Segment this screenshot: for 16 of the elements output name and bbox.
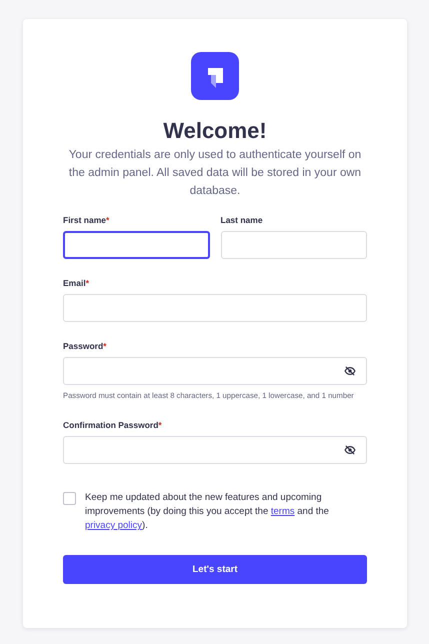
logo-icon bbox=[191, 52, 239, 100]
field-label: Last name bbox=[220, 214, 263, 226]
checkbox[interactable] bbox=[63, 492, 76, 505]
input-field[interactable] bbox=[63, 231, 210, 259]
welcome-title: Welcome! bbox=[162, 118, 268, 144]
privacy-policy-link[interactable]: privacy policy bbox=[85, 520, 142, 531]
start-button[interactable]: Let's start bbox=[63, 555, 367, 584]
field-label: First name* bbox=[63, 214, 110, 226]
hidden-eye-icon[interactable] bbox=[344, 444, 356, 456]
hidden-eye-icon[interactable] bbox=[344, 365, 356, 377]
field-label: Confirmation Password* bbox=[63, 419, 162, 431]
consent-text: Keep me updated about the new features and upcoming improvements (by doing this you accept the terms and the privacy policy). bbox=[85, 491, 330, 533]
field-label: Password* bbox=[63, 340, 106, 352]
terms-link[interactable]: terms bbox=[270, 506, 295, 517]
description-text: Your credentials are only used to authenticate yourself on the admin panel. All saved data will be stored in your own database. bbox=[68, 148, 362, 199]
field-label: Email* bbox=[63, 277, 89, 289]
